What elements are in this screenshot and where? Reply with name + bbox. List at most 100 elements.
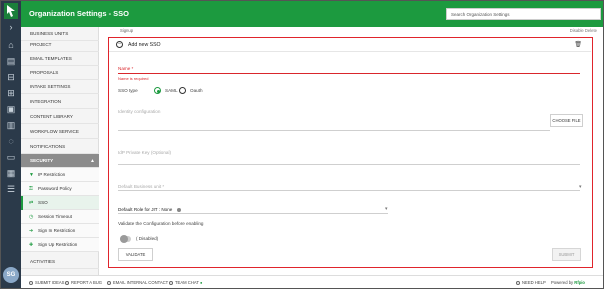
team-chat-label: TEAM CHAT	[175, 280, 199, 285]
validate-instruction: Validate the Configuration before enabli…	[118, 221, 204, 226]
powered-by-label: Powered by	[551, 280, 574, 285]
idea-icon[interactable]: ◌	[5, 135, 17, 147]
sidebar-item-content-library[interactable]: CONTENT LIBRARY	[21, 110, 99, 124]
chevron-down-icon: ▾	[579, 184, 582, 190]
chevron-down-icon: ▾	[385, 206, 388, 212]
sidebar-item-ip-restriction[interactable]: ▼ IP Restriction	[21, 168, 99, 182]
business-unit-select[interactable]	[118, 190, 580, 191]
sidebar-item-notifications[interactable]: NOTIFICATIONS	[21, 140, 99, 154]
sidebar-item-sign-in-restriction[interactable]: ➜ Sign In Restriction	[21, 224, 99, 238]
team-chat-link[interactable]: TEAM CHAT ●	[169, 280, 202, 285]
toggle-status-label: ( Disabled)	[136, 236, 159, 241]
default-role-row: Default Role for JIT : None	[118, 207, 181, 212]
sidebar-item-label: Password Policy	[38, 186, 72, 191]
info-icon[interactable]	[176, 207, 181, 212]
sidebar-section-label: SECURITY	[30, 158, 54, 163]
app-logo-icon[interactable]	[4, 3, 18, 19]
idp-key-field[interactable]	[118, 164, 580, 165]
need-help-link[interactable]: NEED HELP	[516, 280, 546, 285]
enable-toggle[interactable]	[120, 235, 131, 243]
sidebar-item-sso[interactable]: ⇄ SSO	[21, 196, 99, 210]
existing-sso-actions[interactable]: Disable Delete	[570, 28, 597, 33]
email-internal-contact-label: EMAIL INTERNAL CONTACT	[113, 280, 169, 285]
sidebar-item-project[interactable]: PROJECT	[21, 38, 99, 52]
brand-logo: Rfpio	[574, 280, 585, 285]
sidebar-item-label: Sign In Restriction	[38, 228, 76, 233]
lightbulb-icon	[29, 281, 33, 285]
sign-in-icon: ➜	[29, 228, 34, 234]
default-role-select[interactable]	[118, 213, 388, 214]
chat-icon	[169, 281, 173, 285]
report-bug-label: REPORT A BUG	[71, 280, 103, 285]
import-icon[interactable]: ⊟	[5, 71, 17, 83]
radio-oauth[interactable]	[179, 87, 186, 94]
page-title: Organization Settings - SSO	[29, 9, 130, 18]
powered-by: Powered by Rfpio	[551, 280, 585, 285]
sidebar-item-workflow-service[interactable]: WORKFLOW SERVICE	[21, 125, 99, 139]
footer-bar: SUBMIT IDEAS REPORT A BUG EMAIL INTERNAL…	[21, 275, 603, 288]
sign-up-icon: ✚	[29, 242, 34, 248]
export-icon[interactable]: ⊞	[5, 87, 17, 99]
idp-key-placeholder: IdP Private Key (Optional)	[118, 150, 172, 155]
submit-ideas-label: SUBMIT IDEAS	[35, 280, 65, 285]
search-input[interactable]: Search Organization Settings	[446, 8, 601, 20]
sidebar-item-email-templates[interactable]: EMAIL TEMPLATES	[21, 52, 99, 66]
sidebar-item-password-policy[interactable]: ⚿ Password Policy	[21, 182, 99, 196]
radio-saml[interactable]	[154, 87, 161, 94]
trash-icon[interactable]: 🗑	[574, 41, 582, 48]
name-field-label: Name *	[118, 66, 134, 71]
business-unit-placeholder: Default Business unit *	[118, 184, 165, 189]
default-role-label: Default Role for JIT :	[118, 207, 161, 212]
reports-icon[interactable]: ▦	[5, 167, 17, 179]
existing-sso-label: Signup	[120, 28, 134, 33]
sidebar-section-security[interactable]: SECURITY ▲	[21, 154, 99, 168]
name-error: Name is required	[118, 76, 149, 81]
folder-icon[interactable]: ▭	[5, 151, 17, 163]
report-bug-link[interactable]: REPORT A BUG	[65, 280, 102, 285]
help-icon	[516, 281, 520, 285]
sidebar-item-integration[interactable]: INTEGRATION	[21, 95, 99, 109]
bug-icon	[65, 281, 69, 285]
submit-button[interactable]: SUBMIT	[552, 248, 581, 261]
existing-sso-row: Signup Disable Delete	[100, 27, 603, 36]
identity-configuration-field[interactable]	[118, 130, 550, 131]
name-field[interactable]	[118, 73, 580, 74]
header-bar: Organization Settings - SSO Search Organ…	[21, 1, 603, 27]
radio-saml-label: SAML	[165, 88, 178, 93]
library-icon[interactable]: ▥	[5, 119, 17, 131]
project-icon[interactable]: ▣	[5, 103, 17, 115]
add-sso-panel: − Add new SSO 🗑 Name * Name is required …	[108, 37, 593, 268]
collapse-icon[interactable]: −	[116, 41, 123, 48]
sidebar-item-sign-up-restriction[interactable]: ✚ Sign Up Restriction	[21, 238, 99, 252]
main-content: Signup Disable Delete − Add new SSO 🗑 Na…	[100, 27, 603, 275]
need-help-label: NEED HELP	[522, 280, 546, 285]
validate-button[interactable]: VALIDATE	[118, 248, 153, 261]
sso-type-label: SSO type	[118, 88, 138, 93]
sidebar-item-label: IP Restriction	[38, 172, 66, 177]
sidebar-item-intake-settings[interactable]: INTAKE SETTINGS	[21, 80, 99, 94]
sidebar-item-label: SSO	[38, 200, 48, 205]
clock-icon: ◷	[29, 214, 34, 220]
settings-sidebar: BUSINESS UNITS PROJECT EMAIL TEMPLATES P…	[21, 27, 99, 275]
sidebar-item-session-timeout[interactable]: ◷ Session Timeout	[21, 210, 99, 224]
default-role-value: None	[161, 207, 173, 212]
avatar[interactable]: SG	[3, 267, 19, 283]
radio-oauth-label: Oauth	[190, 88, 203, 93]
choose-file-button[interactable]: CHOOSE FILE	[550, 114, 583, 127]
document-icon[interactable]: ▤	[5, 55, 17, 67]
panel-header: − Add new SSO 🗑	[109, 38, 591, 52]
filter-icon: ▼	[29, 172, 34, 178]
sidebar-item-label: Sign Up Restriction	[38, 242, 78, 247]
settings-icon[interactable]: ☰	[5, 183, 17, 195]
key-icon: ⚿	[29, 186, 33, 192]
sso-icon: ⇄	[29, 200, 34, 206]
team-chat-status-badge: ●	[199, 280, 203, 285]
home-icon[interactable]: ⌂	[5, 39, 17, 51]
email-internal-contact-link[interactable]: EMAIL INTERNAL CONTACT	[107, 280, 168, 285]
chevron-up-icon: ▲	[90, 158, 95, 164]
expand-icon[interactable]: ›	[5, 21, 17, 33]
sidebar-item-proposals[interactable]: PROPOSALS	[21, 66, 99, 80]
submit-ideas-link[interactable]: SUBMIT IDEAS	[29, 280, 64, 285]
sidebar-item-activities[interactable]: ACTIVITIES	[21, 255, 99, 269]
identity-configuration-placeholder: Identity configuration	[118, 109, 161, 114]
